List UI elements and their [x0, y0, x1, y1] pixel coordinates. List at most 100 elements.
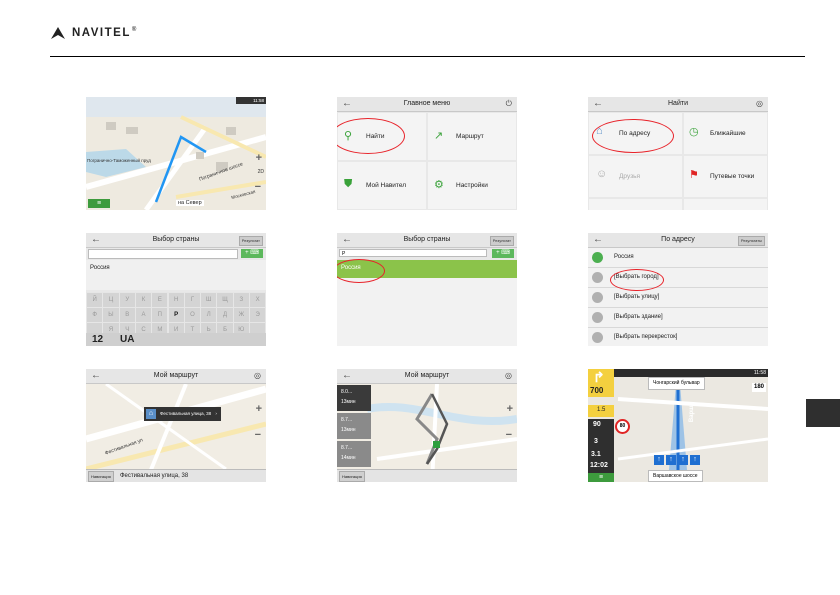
current-street: Чонгарский бульвар [648, 377, 705, 390]
highlight-oval [610, 269, 664, 291]
speed-limit-sign: 80 [615, 419, 630, 434]
keyboard-key[interactable]: Х [249, 292, 266, 308]
registered-mark: ® [131, 27, 137, 33]
power-icon[interactable]: ⏻ [506, 97, 512, 111]
route-option-time: 14мин [341, 455, 356, 461]
menu-button[interactable]: ≡ [88, 199, 110, 208]
map-callout[interactable]: ⌂ Фестивальная улица, 38 › [144, 407, 221, 421]
find-nearest-label: Ближайшие [710, 130, 746, 137]
search-input[interactable] [88, 249, 238, 259]
clock-icon: ◷ [689, 126, 699, 138]
status-bar [588, 369, 768, 377]
find-waypoints[interactable]: ⚑ Путевые точки [684, 156, 767, 197]
screenshot-navigation: 11:58 ↱ 700 1.5 90 3 3.1 12:02 80 Чонгар… [588, 369, 768, 482]
keyboard-key[interactable]: О [183, 307, 202, 323]
brand-name: NAVITEL [72, 27, 131, 39]
zoom-in-button[interactable]: + [507, 403, 513, 415]
keyboard-key[interactable]: П [151, 307, 169, 323]
screen-title: Главное меню [403, 100, 451, 107]
result-item[interactable]: Россия [90, 265, 110, 271]
navigation-button[interactable]: Навигация [88, 471, 114, 482]
screen-header: ← Главное меню ⏻ [337, 97, 517, 112]
navigation-button[interactable]: Навигация [339, 471, 365, 482]
zoom-out-button[interactable]: − [506, 429, 512, 441]
zoom-out-button[interactable]: − [255, 429, 261, 441]
keyboard-toggle[interactable]: + ⌨ [241, 249, 263, 258]
keyboard-key[interactable]: К [134, 292, 153, 308]
keyboard-key[interactable]: Щ [216, 292, 234, 308]
search-input[interactable]: Р [339, 249, 487, 257]
menu-settings[interactable]: ⚙ Настройки [428, 162, 516, 209]
route-option-distance: 8.0... [341, 389, 353, 395]
keyboard-key[interactable]: Е [151, 292, 169, 308]
results-button[interactable]: Результаты [737, 236, 765, 246]
keyboard-key[interactable]: Г [183, 292, 202, 308]
city-icon [592, 272, 603, 283]
keyboard-key[interactable]: Ы [102, 307, 120, 323]
keyboard-key[interactable]: В [118, 307, 136, 323]
keyboard-key[interactable]: Й [86, 292, 104, 308]
gps-icon: ◎ [505, 371, 512, 380]
key-ua[interactable]: UA [120, 334, 134, 345]
results-button[interactable]: Результат [489, 236, 514, 246]
route-option[interactable]: 8.7... 14мин [337, 441, 371, 467]
screen-title: Мой маршрут [404, 372, 450, 379]
keyboard-key[interactable]: А [134, 307, 153, 323]
route-option-distance: 8.7... [341, 445, 353, 451]
keyboard-key[interactable]: Н [167, 292, 185, 308]
find-waypoints-label: Путевые точки [710, 173, 755, 180]
find-nearest[interactable]: ◷ Ближайшие [684, 113, 767, 154]
address-row[interactable]: [Выбрать здание] [588, 308, 768, 328]
screen-title: Найти [668, 100, 688, 107]
lane-arrow-icon: ↑ [666, 455, 676, 465]
keyboard-key[interactable]: Ж [232, 307, 250, 323]
next-turn-distance: 700 [590, 386, 604, 395]
map-2d-toggle[interactable]: 2D [258, 169, 264, 175]
screen-header: ← Найти ◎ [588, 97, 768, 112]
map-canvas [86, 369, 266, 482]
route-option[interactable]: 8.7... 13мин [337, 413, 371, 439]
house-icon: ⌂ [146, 409, 156, 419]
zoom-out-button[interactable]: − [255, 181, 261, 193]
key-12[interactable]: 12 [92, 334, 103, 345]
keyboard-key[interactable]: Р [167, 307, 185, 323]
keyboard-key[interactable]: Ф [86, 307, 104, 323]
address-row-label: [Выбрать здание] [614, 314, 663, 320]
next-turn-panel: ↱ 700 [588, 369, 614, 397]
keyboard-toggle[interactable]: + ⌨ [492, 249, 514, 258]
address-row[interactable]: [Выбрать перекресток] [588, 328, 768, 346]
menu-route[interactable]: ↗ Маршрут [428, 113, 516, 160]
next-street: Варшавское шоссе [648, 470, 703, 482]
screen-header: ← Выбор страны Результат [337, 233, 517, 248]
keyboard-key[interactable]: Ц [102, 292, 120, 308]
route-option-time: 13мин [341, 427, 356, 433]
menu-button[interactable]: ≡ [588, 473, 614, 482]
battery-level: 180 [751, 383, 766, 392]
bag-icon: ⛊ [344, 178, 353, 190]
route-option[interactable]: 8.0... 13мин [337, 385, 371, 411]
keyboard-key[interactable]: Д [216, 307, 234, 323]
address-row[interactable]: [Выбрать улицу] [588, 288, 768, 308]
find-friends[interactable]: ☺ Друзья [589, 156, 682, 197]
screenshot-country-result: ← Выбор страны Результат Р + ⌨ Россия [337, 233, 517, 346]
address-row[interactable]: Россия [588, 248, 768, 268]
keyboard-key[interactable]: Э [249, 307, 266, 323]
remaining-distance: 3.1 [591, 451, 601, 458]
keyboard-key[interactable]: Ш [200, 292, 218, 308]
screen-header: ← По адресу Результаты [588, 233, 768, 248]
keyboard-key[interactable]: Л [200, 307, 218, 323]
keyboard-key[interactable]: З [232, 292, 250, 308]
remaining-time: 3 [594, 438, 598, 445]
find-more-right [684, 199, 767, 210]
screenshot-route-options: ← Мой маршрут ◎ 8.0... 13мин 8.7... 13мин 8.… [337, 369, 517, 482]
menu-settings-label: Настройки [456, 182, 488, 189]
highlight-oval [592, 119, 674, 153]
keyboard-key[interactable]: У [118, 292, 136, 308]
zoom-in-button[interactable]: + [256, 152, 262, 164]
gps-icon: ◎ [254, 371, 261, 380]
second-turn-panel: 1.5 [588, 405, 614, 417]
menu-my-navitel[interactable]: ⛊ Мой Навител [338, 162, 426, 209]
status-time: 11:58 [753, 370, 766, 376]
zoom-in-button[interactable]: + [256, 403, 262, 415]
results-button[interactable]: Результат [238, 236, 263, 246]
